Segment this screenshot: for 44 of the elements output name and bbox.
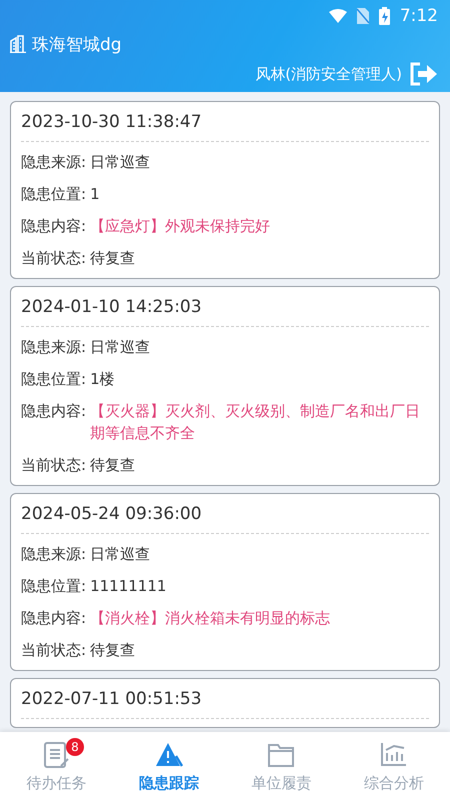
field-value: 11111111 bbox=[90, 576, 166, 597]
field-label: 当前状态: bbox=[21, 455, 86, 476]
field-value: 待复查 bbox=[90, 455, 136, 476]
field-label: 当前状态: bbox=[21, 640, 86, 661]
field-value: 待复查 bbox=[90, 248, 136, 269]
field-label: 隐患位置: bbox=[21, 576, 86, 597]
hazard-card[interactable]: 2022-07-11 00:51:53 bbox=[10, 678, 440, 728]
nav-tab[interactable]: 待办任务 8 bbox=[0, 732, 112, 800]
field-label: 当前状态: bbox=[21, 248, 86, 269]
field-value: 日常巡查 bbox=[90, 152, 150, 173]
field-value: 日常巡查 bbox=[90, 337, 150, 358]
building-icon bbox=[10, 35, 26, 53]
field-label: 隐患内容: bbox=[21, 608, 86, 629]
field-value: 日常巡查 bbox=[90, 544, 150, 565]
app-title: 珠海智城dg bbox=[32, 34, 122, 56]
hazard-card[interactable]: 2024-01-10 14:25:03 隐患来源: 日常巡查 隐患位置: 1楼 隐患内容: 【灭火器】灭火剂、灭火级别、制造厂名和出厂日期等信息不齐全 当前状态: 待复查 bbox=[10, 286, 440, 486]
field-value: 1楼 bbox=[90, 369, 115, 390]
record-time: 2024-05-24 09:36:00 bbox=[21, 503, 203, 526]
nav-tab[interactable]: 隐患跟踪 bbox=[112, 732, 225, 800]
field-value: 【应急灯】外观未保持完好 bbox=[90, 216, 270, 237]
list-icon bbox=[41, 740, 72, 770]
hazard-card[interactable]: 2024-05-24 09:36:00 隐患来源: 日常巡查 隐患位置: 11111111 隐患内容: 【消火栓】消火栓箱未有明显的标志 当前状态: 待复查 bbox=[10, 493, 440, 671]
field-value: 【灭火器】灭火剂、灭火级别、制造厂名和出厂日期等信息不齐全 bbox=[90, 401, 422, 444]
field-label: 隐患位置: bbox=[21, 369, 86, 390]
field-label: 隐患内容: bbox=[21, 401, 86, 422]
no-sim-icon bbox=[356, 8, 369, 24]
field-value: 【消火栓】消火栓箱未有明显的标志 bbox=[90, 608, 330, 629]
field-label: 隐患来源: bbox=[21, 337, 86, 358]
user-name: 风林(消防安全管理人) bbox=[255, 64, 402, 84]
field-label: 隐患内容: bbox=[21, 216, 86, 237]
record-time: 2022-07-11 00:51:53 bbox=[21, 688, 203, 711]
record-time: 2024-01-10 14:25:03 bbox=[21, 296, 203, 319]
field-value: 1 bbox=[90, 184, 100, 205]
field-label: 隐患位置: bbox=[21, 184, 86, 205]
logout-icon[interactable] bbox=[410, 62, 438, 86]
count-badge: 8 bbox=[66, 738, 84, 756]
clock-time: 7:12 bbox=[400, 6, 438, 26]
record-time: 2023-10-30 11:38:47 bbox=[21, 111, 203, 134]
field-label: 隐患来源: bbox=[21, 544, 86, 565]
field-value: 待复查 bbox=[90, 640, 136, 661]
wifi-icon bbox=[328, 9, 347, 23]
battery-icon bbox=[378, 7, 390, 25]
field-label: 隐患来源: bbox=[21, 152, 86, 173]
hazard-card[interactable]: 2023-10-30 11:38:47 隐患来源: 日常巡查 隐患位置: 1 隐患内容: 【应急灯】外观未保持完好 当前状态: 待复查 bbox=[10, 101, 440, 279]
